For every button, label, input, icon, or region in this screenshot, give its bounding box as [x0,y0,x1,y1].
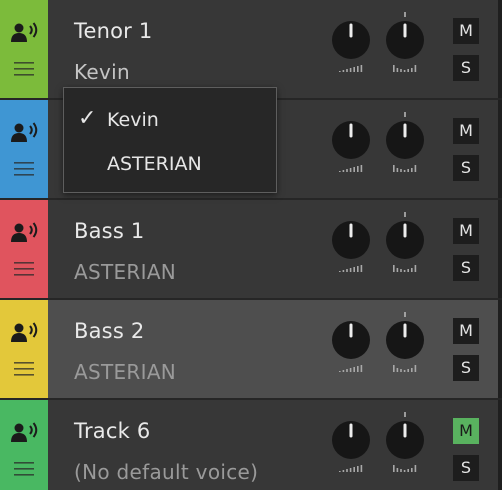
track-list: Tenor 1 Kevin M S M S Bass 1 ASTERIAN M S Bass 2 AS… [0,0,502,490]
track-edge [498,300,502,398]
mute-button[interactable]: M [453,318,479,344]
speaker-person-icon [11,322,38,342]
track-name[interactable]: Bass 1 [74,219,144,243]
volume-bars-icon [339,165,363,172]
hamburger-menu-icon[interactable] [14,362,34,376]
track-row[interactable]: Tenor 1 Kevin M S [0,0,502,100]
voice-option-kevin[interactable]: ✓ Kevin [64,100,276,138]
track-color-strip [0,300,48,398]
track-voice-selector[interactable]: Kevin [74,60,130,84]
speaker-person-icon [11,122,38,142]
hamburger-menu-icon[interactable] [14,262,34,276]
volume-bars-icon [339,265,363,272]
speaker-person-icon [11,222,38,242]
hamburger-menu-icon[interactable] [14,62,34,76]
pan-bars-icon [393,465,417,472]
checkmark-icon: ✓ [78,106,97,131]
track-row[interactable]: Track 6 (No default voice) M S [0,400,502,490]
track-edge [498,200,502,298]
solo-button[interactable]: S [453,355,479,381]
track-name[interactable]: Tenor 1 [74,19,152,43]
volume-bars-icon [339,365,363,372]
voice-option-label: Kevin [107,109,159,131]
voice-option-label: ASTERIAN [107,153,202,175]
volume-knob[interactable] [330,212,372,274]
pan-knob[interactable] [384,12,426,74]
volume-bars-icon [339,465,363,472]
pan-bars-icon [393,165,417,172]
track-voice-selector[interactable]: (No default voice) [74,460,258,484]
volume-knob[interactable] [330,412,372,474]
hamburger-menu-icon[interactable] [14,462,34,476]
track-color-strip [0,100,48,198]
track-edge [498,400,502,490]
pan-bars-icon [393,365,417,372]
speaker-person-icon [11,22,38,42]
volume-bars-icon [339,65,363,72]
pan-knob[interactable] [384,212,426,274]
track-row[interactable]: Bass 2 ASTERIAN M S [0,300,502,400]
track-color-strip [0,0,48,98]
solo-button[interactable]: S [453,455,479,481]
track-voice-selector[interactable]: ASTERIAN [74,260,176,284]
track-name[interactable]: Bass 2 [74,319,144,343]
pan-bars-icon [393,65,417,72]
pan-bars-icon [393,265,417,272]
mute-button[interactable]: M [453,118,479,144]
solo-button[interactable]: S [453,255,479,281]
track-voice-selector[interactable]: ASTERIAN [74,360,176,384]
pan-knob[interactable] [384,412,426,474]
volume-knob[interactable] [330,312,372,374]
track-color-strip [0,400,48,490]
track-name[interactable]: Track 6 [74,419,150,443]
track-row[interactable]: Bass 1 ASTERIAN M S [0,200,502,300]
track-edge [498,0,502,98]
voice-option-asterian[interactable]: ASTERIAN [64,144,276,182]
solo-button[interactable]: S [453,55,479,81]
track-color-strip [0,200,48,298]
pan-knob[interactable] [384,312,426,374]
volume-knob[interactable] [330,112,372,174]
speaker-person-icon [11,422,38,442]
hamburger-menu-icon[interactable] [14,162,34,176]
mute-button[interactable]: M [453,418,479,444]
track-edge [498,100,502,198]
mute-button[interactable]: M [453,18,479,44]
voice-dropdown-menu: ✓ Kevin ASTERIAN [63,87,277,193]
pan-knob[interactable] [384,112,426,174]
solo-button[interactable]: S [453,155,479,181]
volume-knob[interactable] [330,12,372,74]
mute-button[interactable]: M [453,218,479,244]
